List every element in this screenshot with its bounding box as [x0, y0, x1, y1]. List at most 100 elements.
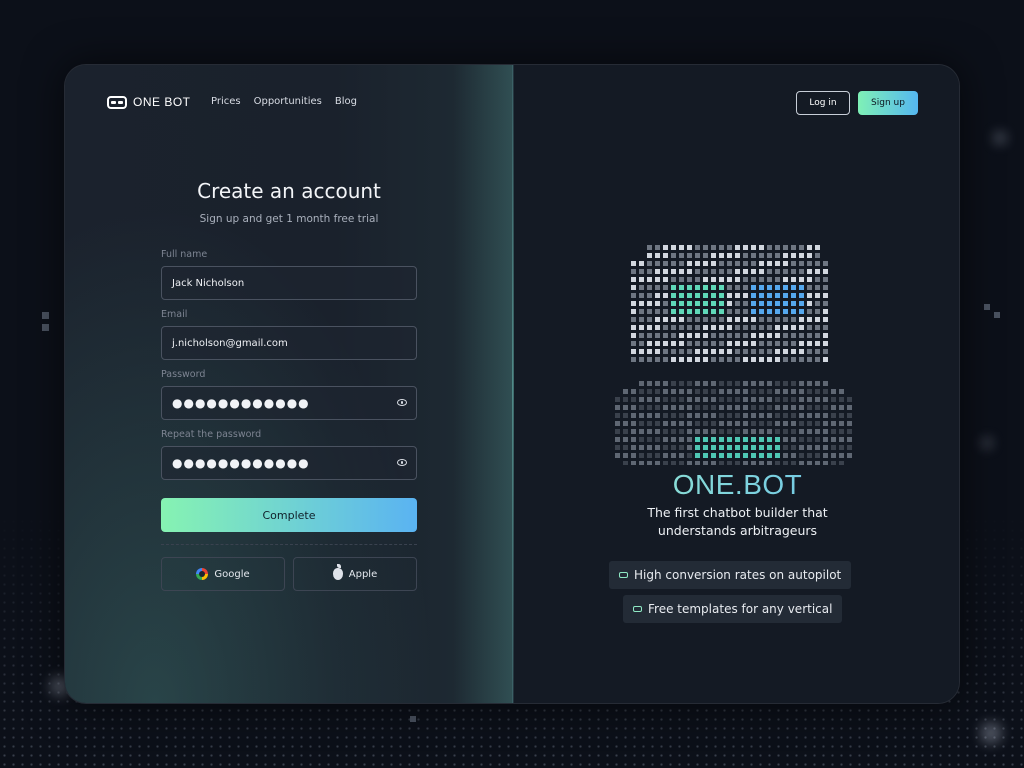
robot-pixel — [687, 269, 692, 274]
robot-pixel — [751, 445, 756, 450]
robot-pixel — [671, 437, 676, 442]
complete-button[interactable]: Complete — [161, 498, 417, 532]
robot-pixel — [703, 333, 708, 338]
robot-pixel — [823, 301, 828, 306]
robot-pixel — [783, 293, 788, 298]
robot-pixel — [647, 397, 652, 402]
robot-pixel — [679, 389, 684, 394]
tagline: The first chatbot builder that understan… — [514, 504, 959, 540]
robot-pixel — [775, 437, 780, 442]
robot-pixel — [751, 429, 756, 434]
robot-pixel — [703, 421, 708, 426]
robot-pixel — [711, 445, 716, 450]
robot-pixel — [727, 309, 732, 314]
robot-pixel — [791, 437, 796, 442]
robot-pixel — [783, 397, 788, 402]
robot-pixel — [695, 325, 700, 330]
robot-pixel — [791, 309, 796, 314]
robot-pixel — [719, 397, 724, 402]
robot-pixel — [671, 333, 676, 338]
nav-item-opportunities[interactable]: Opportunities — [254, 96, 322, 107]
robot-pixel — [679, 357, 684, 362]
robot-pixel — [735, 357, 740, 362]
robot-pixel — [679, 397, 684, 402]
robot-pixel — [719, 445, 724, 450]
robot-pixel — [719, 389, 724, 394]
robot-pixel — [799, 301, 804, 306]
robot-pixel — [759, 461, 764, 465]
robot-pixel — [719, 245, 724, 250]
signup-button[interactable]: Sign up — [858, 91, 918, 115]
apple-signin-button[interactable]: Apple — [293, 557, 417, 591]
robot-pixel — [775, 341, 780, 346]
robot-pixel — [711, 301, 716, 306]
robot-pixel — [727, 421, 732, 426]
robot-pixel — [799, 389, 804, 394]
robot-pixel — [751, 261, 756, 266]
robot-pixel — [767, 341, 772, 346]
robot-pixel — [807, 301, 812, 306]
bokeh-light — [980, 722, 1002, 744]
eye-icon[interactable] — [397, 459, 407, 466]
robot-pixel — [735, 349, 740, 354]
tagline-line-1: The first chatbot builder that — [647, 505, 828, 520]
robot-pixel — [767, 333, 772, 338]
robot-pixel — [719, 381, 724, 386]
robot-pixel — [647, 317, 652, 322]
robot-pixel — [647, 309, 652, 314]
login-button[interactable]: Log in — [796, 91, 850, 115]
repeat-password-field[interactable]: ●●●●●●●●●●●● — [161, 446, 417, 480]
robot-pixel — [655, 253, 660, 258]
robot-pixel — [847, 429, 852, 434]
password-field[interactable]: ●●●●●●●●●●●● — [161, 386, 417, 420]
nav-item-blog[interactable]: Blog — [335, 96, 357, 107]
robot-pixel — [695, 277, 700, 282]
logo[interactable]: ONE BOT — [107, 95, 191, 109]
robot-pixel — [735, 333, 740, 338]
robot-pixel — [615, 405, 620, 410]
robot-pixel — [647, 245, 652, 250]
robot-pixel — [719, 285, 724, 290]
eye-icon[interactable] — [397, 399, 407, 406]
robot-pixel — [695, 349, 700, 354]
email-field[interactable]: j.nicholson@gmail.com — [161, 326, 417, 360]
robot-pixel — [759, 309, 764, 314]
robot-pixel — [735, 429, 740, 434]
robot-pixel — [663, 421, 668, 426]
robot-pixel — [703, 389, 708, 394]
robot-pixel — [695, 285, 700, 290]
robot-pixel — [815, 261, 820, 266]
robot-pixel — [711, 253, 716, 258]
robot-pixel — [679, 437, 684, 442]
robot-pixel — [687, 325, 692, 330]
nav-item-prices[interactable]: Prices — [211, 96, 241, 107]
robot-pixel — [631, 429, 636, 434]
robot-pixel — [823, 309, 828, 314]
robot-pixel — [711, 413, 716, 418]
robot-pixel — [647, 429, 652, 434]
robot-pixel — [815, 453, 820, 458]
robot-pixel — [719, 309, 724, 314]
robot-pixel — [727, 381, 732, 386]
robot-pixel — [711, 405, 716, 410]
robot-pixel — [775, 261, 780, 266]
robot-pixel — [655, 413, 660, 418]
robot-pixel — [639, 429, 644, 434]
robot-pixel — [663, 269, 668, 274]
robot-pixel — [687, 349, 692, 354]
google-signin-button[interactable]: Google — [161, 557, 285, 591]
robot-pixel — [767, 253, 772, 258]
robot-pixel — [631, 461, 636, 465]
robot-pixel — [743, 461, 748, 465]
robot-pixel — [671, 453, 676, 458]
robot-pixel — [743, 357, 748, 362]
robot-pixel — [647, 341, 652, 346]
robot-pixel — [647, 277, 652, 282]
robot-pixel — [639, 293, 644, 298]
robot-pixel — [847, 405, 852, 410]
robot-pixel — [727, 461, 732, 465]
full-name-field[interactable]: Jack Nicholson — [161, 266, 417, 300]
robot-pixel — [663, 325, 668, 330]
robot-pixel — [815, 461, 820, 465]
robot-pixel — [663, 261, 668, 266]
